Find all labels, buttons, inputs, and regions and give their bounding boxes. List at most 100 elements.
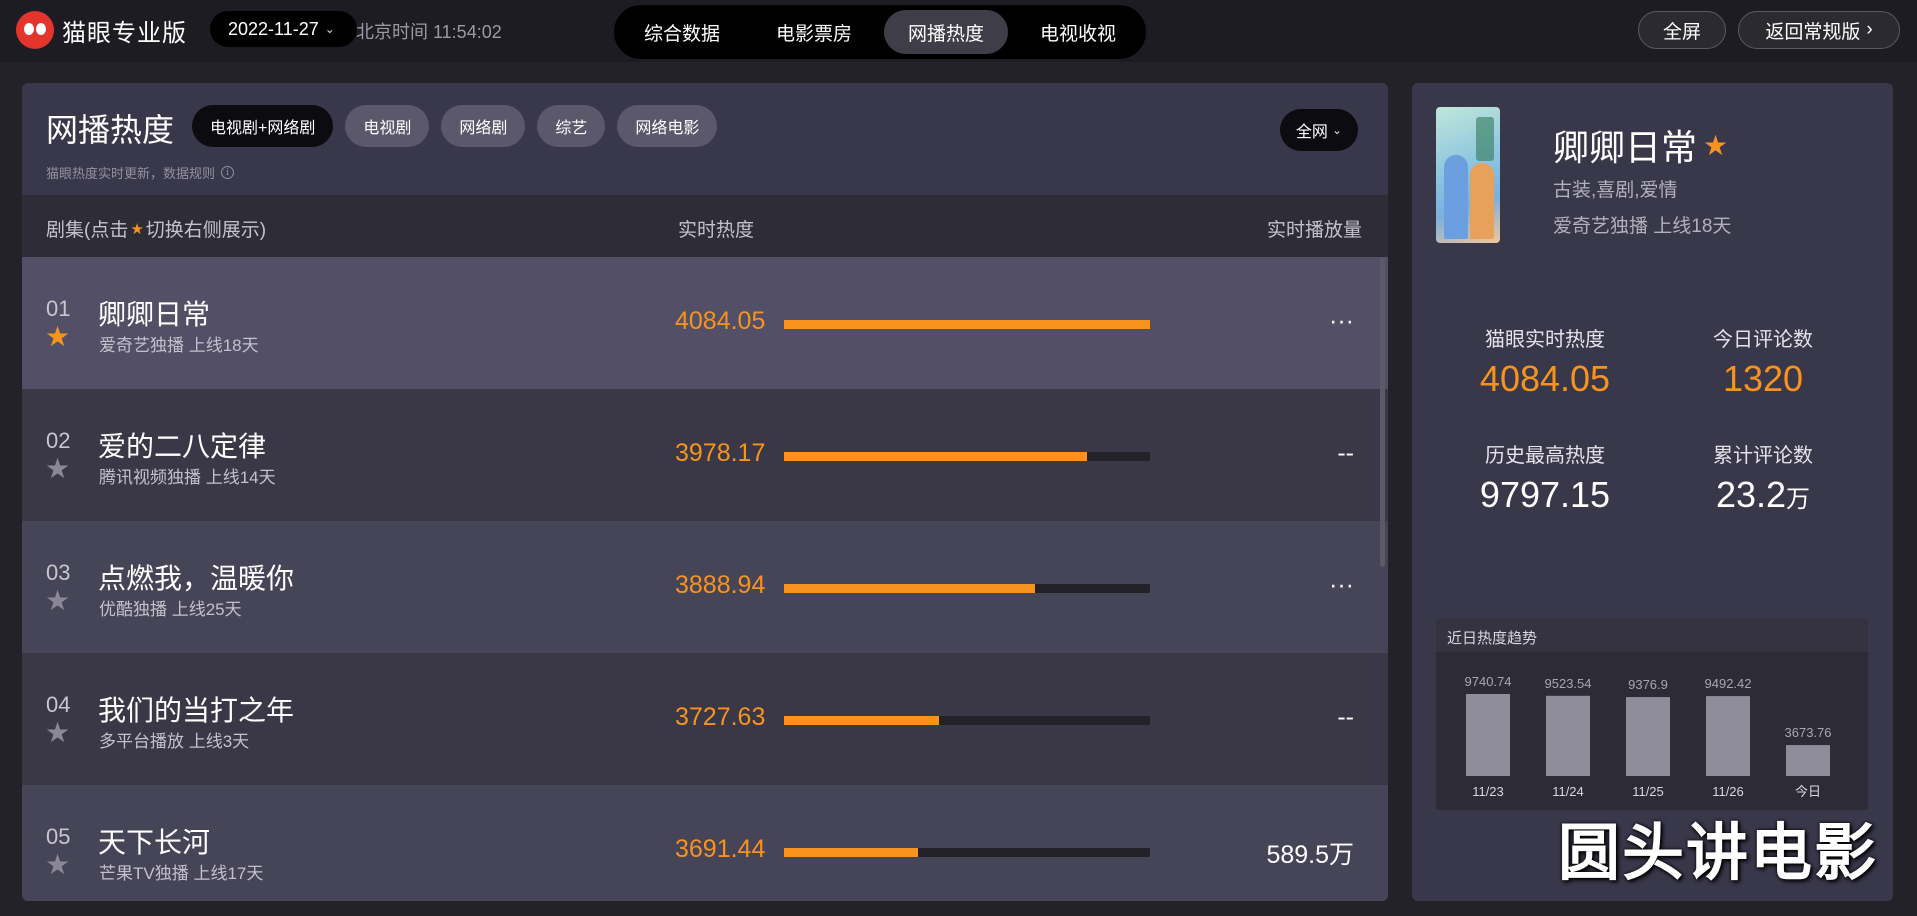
- show-name: 爱的二八定律: [98, 431, 267, 462]
- nav-tab[interactable]: 电视收视: [1016, 10, 1140, 54]
- chevron-down-icon: ⌄: [1331, 123, 1342, 137]
- stat-value: 4084.05: [1479, 358, 1611, 399]
- category-chip[interactable]: 综艺: [537, 105, 606, 147]
- table-row[interactable]: 05 ★ 天下长河 芒果TV独播 上线17天 3691.44 589.5万: [22, 785, 1388, 901]
- scope-dropdown[interactable]: 全网 ⌄: [1279, 109, 1358, 151]
- back-label: 返回常规版: [1765, 21, 1861, 43]
- show-name: 我们的当打之年: [98, 695, 295, 726]
- chevron-right-icon: ›: [1866, 19, 1873, 40]
- column-heat: 实时热度: [678, 220, 755, 241]
- nav-tab[interactable]: 综合数据: [620, 10, 744, 54]
- stat-value: 1320: [1722, 358, 1804, 399]
- trend-bar: [1786, 745, 1830, 776]
- heat-bar-track: [784, 716, 1150, 725]
- fullscreen-label: 全屏: [1662, 21, 1701, 43]
- fullscreen-button[interactable]: 全屏: [1638, 11, 1726, 49]
- star-icon: ★: [1703, 129, 1729, 161]
- heat-bar-fill: [784, 452, 1088, 461]
- heat-bar-fill: [784, 584, 1035, 593]
- play-count: --: [1337, 703, 1354, 731]
- trend-value-label: 3673.76: [1785, 725, 1832, 740]
- stat-label: 猫眼实时热度: [1485, 329, 1605, 351]
- play-count: ···: [1329, 571, 1354, 599]
- table-header: 剧集(点击 ★ 切换右侧展示) 实时热度 实时播放量: [22, 195, 1388, 257]
- chevron-down-icon: ⌄: [324, 22, 335, 36]
- stat-value: 9797.15: [1479, 474, 1611, 515]
- trend-bar: [1546, 695, 1590, 776]
- heat-value: 4084.05: [675, 307, 766, 335]
- play-count: 589.5万: [1266, 841, 1354, 869]
- rank-number: 02: [46, 428, 71, 453]
- heat-bar-track: [784, 452, 1150, 461]
- logo[interactable]: 猫眼专业版: [16, 11, 187, 49]
- scope-label: 全网: [1295, 124, 1328, 141]
- trend-chart-svg: 9740.74 11/23 9523.54 11/24 9376.9 11/25 9492.…: [1465, 674, 1832, 799]
- show-meta: 爱奇艺独播 上线18天: [1553, 216, 1732, 237]
- star-icon: ★: [130, 220, 144, 238]
- rank-number: 04: [46, 692, 71, 717]
- poster-figure: [1444, 155, 1468, 239]
- heat-bar-fill: [784, 320, 1150, 329]
- data-rule-note: 猫眼热度实时更新，数据规则 i: [46, 163, 235, 182]
- table-row[interactable]: 02 ★ 爱的二八定律 腾讯视频独播 上线14天 3978.17 --: [22, 389, 1388, 521]
- trend-bar: [1706, 696, 1750, 776]
- table-row[interactable]: 03 ★ 点燃我，温暖你 优酷独播 上线25天 3888.94 ···: [22, 521, 1388, 653]
- nav-tab[interactable]: 网播热度: [884, 10, 1008, 54]
- table-row[interactable]: 01 ★ 卿卿日常 爱奇艺独播 上线18天 4084.05 ···: [22, 257, 1388, 389]
- play-count: ···: [1329, 307, 1354, 335]
- category-chip[interactable]: 电视剧+网络剧: [192, 105, 334, 147]
- trend-value-label: 9740.74: [1465, 674, 1512, 689]
- heat-bar-fill: [784, 848, 918, 857]
- show-name: 点燃我，温暖你: [98, 563, 295, 594]
- beijing-clock: 北京时间 11:54:02: [356, 22, 502, 42]
- trend-value-label: 9492.42: [1705, 676, 1752, 691]
- ranking-panel: 网播热度 电视剧+网络剧 电视剧 网络剧 综艺 网络电影 全网 ⌄ 猫眼热度实时更新，数…: [22, 83, 1388, 901]
- trend-category-label: 11/23: [1472, 784, 1504, 799]
- show-name: 天下长河: [98, 827, 211, 858]
- table-row[interactable]: 04 ★ 我们的当打之年多平台播放 上线3天 3727.63 --: [22, 653, 1388, 785]
- trend-value-label: 9523.54: [1545, 676, 1592, 691]
- scrollbar[interactable]: [1380, 257, 1385, 567]
- show-platform-meta: 芒果TV独播 上线17天: [99, 864, 264, 883]
- stat-total-comments: 累计评论数 23.2万: [1663, 439, 1863, 516]
- heat-value: 3727.63: [675, 703, 766, 731]
- heat-bar-track: [784, 848, 1150, 857]
- category-chip[interactable]: 电视剧: [345, 105, 430, 147]
- show-platform-meta: 多平台播放 上线3天: [99, 732, 250, 751]
- trend-bar: [1466, 694, 1510, 776]
- stat-value: 23.2万: [1663, 474, 1863, 516]
- stat-unit: 万: [1786, 486, 1811, 513]
- play-count: --: [1337, 439, 1354, 467]
- info-icon[interactable]: i: [221, 166, 235, 179]
- ranking-list: 01 ★ 卿卿日常 爱奇艺独播 上线18天 4084.05 ··· 02 ★ 爱的二八定律 腾讯视…: [22, 257, 1388, 901]
- heat-value: 3888.94: [675, 571, 766, 599]
- trend-chart: 近日热度趋势 9740.74 11/23 9523.54 11/24 9376.9 11/…: [1436, 618, 1868, 810]
- heat-value: 3978.17: [675, 439, 766, 467]
- column-name-prefix: 剧集(点击: [46, 220, 129, 241]
- rank-number: 03: [46, 560, 71, 585]
- trend-category-label: 11/25: [1632, 784, 1664, 799]
- category-chip[interactable]: 网络剧: [441, 105, 526, 147]
- star-icon[interactable]: ★: [45, 719, 70, 747]
- poster-title-block: [1476, 117, 1494, 161]
- back-to-standard-button[interactable]: 返回常规版 ›: [1738, 11, 1900, 49]
- trend-category-label: 11/24: [1552, 784, 1584, 799]
- poster-image: [1436, 107, 1500, 243]
- category-chip[interactable]: 网络电影: [617, 105, 718, 147]
- star-icon[interactable]: ★: [45, 323, 70, 351]
- top-bar: 猫眼专业版 2022-11-27 ⌄ 北京时间 11:54:02 综合数据 电影票…: [0, 0, 1917, 62]
- column-name-suffix: 切换右侧展示): [145, 220, 267, 241]
- nav-tab[interactable]: 电影票房: [752, 10, 876, 54]
- stat-label: 历史最高热度: [1485, 445, 1605, 467]
- star-icon[interactable]: ★: [45, 587, 70, 615]
- star-icon[interactable]: ★: [45, 851, 70, 879]
- star-icon[interactable]: ★: [45, 455, 70, 483]
- date-picker[interactable]: 2022-11-27 ⌄: [210, 11, 357, 47]
- logo-text: 猫眼专业版: [62, 19, 187, 47]
- date-value: 2022-11-27: [228, 18, 319, 39]
- heat-bar-fill: [784, 716, 940, 725]
- main-nav: 综合数据 电影票房 网播热度 电视收视: [614, 5, 1146, 59]
- trend-category-label: 今日: [1795, 784, 1821, 799]
- cat-logo-icon: [16, 11, 54, 49]
- stat-realtime-heat: 猫眼实时热度 4084.05: [1445, 323, 1645, 400]
